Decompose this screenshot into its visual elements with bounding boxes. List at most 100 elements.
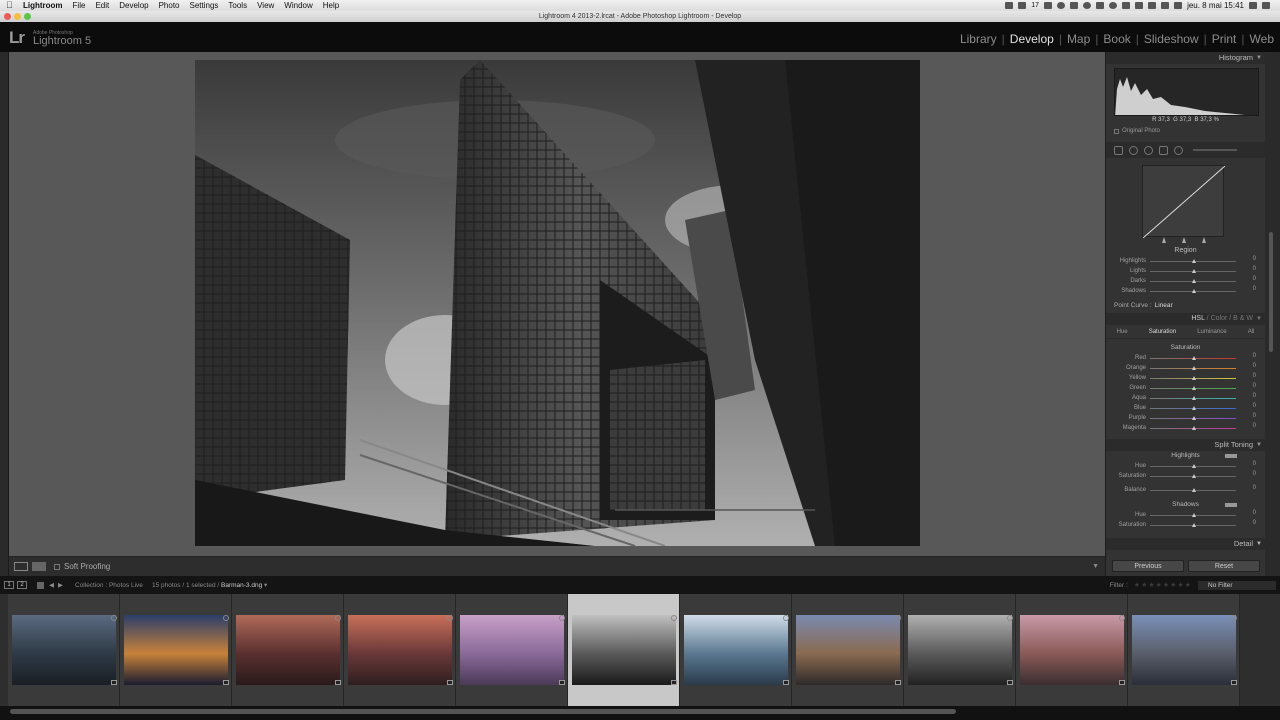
filmstrip-thumbnail[interactable]: [792, 594, 904, 706]
slider-handle[interactable]: [1192, 258, 1196, 263]
right-panel-scrollbar[interactable]: [1265, 52, 1280, 576]
screen-icon[interactable]: [1096, 2, 1105, 9]
highlights-color-swatch[interactable]: [1225, 454, 1237, 458]
slider-track[interactable]: [1150, 405, 1236, 410]
slider-row[interactable]: Darks 0: [1106, 276, 1265, 286]
detail-header[interactable]: Detail ▼: [1106, 538, 1265, 550]
slider-row[interactable]: Lights 0: [1106, 266, 1265, 276]
hsl-tab-color[interactable]: Color: [1211, 315, 1228, 322]
hsl-subtab-luminance[interactable]: Luminance: [1197, 329, 1226, 335]
slider-track[interactable]: [1150, 395, 1236, 400]
slider-handle[interactable]: [1192, 268, 1196, 273]
slider-value[interactable]: 0: [1253, 363, 1256, 369]
slider-row[interactable]: Highlights 0: [1106, 256, 1265, 266]
module-web[interactable]: Web: [1250, 32, 1274, 46]
loupe-view[interactable]: [9, 52, 1105, 556]
slider-handle[interactable]: [1192, 463, 1196, 468]
slider-handle[interactable]: [1192, 365, 1196, 370]
slider-value[interactable]: 0: [1253, 286, 1256, 292]
thumbnail-pier-sunset-violet[interactable]: [460, 615, 564, 685]
point-curve-value[interactable]: Linear: [1155, 302, 1173, 309]
filmstrip-thumbnail[interactable]: [456, 594, 568, 706]
slider-value[interactable]: 0: [1253, 423, 1256, 429]
module-slideshow[interactable]: Slideshow: [1144, 32, 1199, 46]
slider-track[interactable]: [1150, 375, 1236, 380]
thumbnail-notre-dame-sunset[interactable]: [1020, 615, 1124, 685]
hsl-subtab-saturation[interactable]: Saturation: [1149, 329, 1176, 335]
slider-handle[interactable]: [1192, 522, 1196, 527]
slider-track[interactable]: [1150, 365, 1236, 370]
menu-file[interactable]: File: [73, 1, 86, 10]
slider-handle[interactable]: [1192, 425, 1196, 430]
slider-track[interactable]: [1150, 522, 1236, 527]
main-photo[interactable]: [195, 60, 920, 546]
filmstrip-thumbnail[interactable]: [568, 594, 680, 706]
window-2-button[interactable]: 2: [17, 581, 27, 589]
slider-row[interactable]: Saturation 0: [1106, 520, 1265, 530]
thumbnail-notre-dame-evening[interactable]: [796, 615, 900, 685]
point-curve-select[interactable]: Point Curve : Linear: [1106, 299, 1265, 312]
hsl-header[interactable]: HSL / Color / B & W ▼: [1106, 313, 1265, 325]
slider-handle[interactable]: [1192, 355, 1196, 360]
collapse-icon[interactable]: ▼: [1256, 538, 1262, 550]
menu-help[interactable]: Help: [323, 1, 339, 10]
cloud-icon[interactable]: [1083, 2, 1092, 9]
original-photo-toggle[interactable]: Original Photo: [1114, 126, 1265, 136]
hsl-subtab-hue[interactable]: Hue: [1117, 329, 1128, 335]
filmstrip-scroll-thumb[interactable]: [10, 709, 956, 714]
clock-icon[interactable]: [1109, 2, 1118, 9]
histogram-header[interactable]: Histogram ▼: [1106, 52, 1265, 64]
thumbnail-blue-towers[interactable]: [684, 615, 788, 685]
volume-icon[interactable]: [1161, 2, 1170, 9]
slider-track[interactable]: [1150, 415, 1236, 420]
menu-view[interactable]: View: [257, 1, 274, 10]
script-icon[interactable]: [1018, 2, 1027, 9]
menu-photo[interactable]: Photo: [159, 1, 180, 10]
slider-handle[interactable]: [1192, 288, 1196, 293]
previous-button[interactable]: Previous: [1112, 560, 1184, 572]
sync-icon[interactable]: [1057, 2, 1066, 9]
slider-value[interactable]: 0: [1253, 276, 1256, 282]
slider-value[interactable]: 0: [1253, 393, 1256, 399]
thumbnail-bw-buildings-selected[interactable]: [572, 615, 676, 685]
menubar-clock[interactable]: jeu. 8 mai 15:41: [1187, 1, 1244, 10]
spot-removal-icon[interactable]: [1129, 145, 1138, 155]
slider-value[interactable]: 0: [1253, 413, 1256, 419]
spotlight-icon[interactable]: [1249, 2, 1257, 9]
notification-count[interactable]: 17: [1031, 2, 1039, 9]
filmstrip-thumbnail[interactable]: [904, 594, 1016, 706]
filmstrip-thumbnail[interactable]: [1128, 594, 1240, 706]
notification-center-icon[interactable]: [1262, 2, 1270, 9]
slider-track[interactable]: [1150, 473, 1236, 478]
check-icon[interactable]: [1070, 2, 1079, 9]
left-panel-collapsed[interactable]: [0, 52, 9, 576]
slider-handle[interactable]: [1192, 473, 1196, 478]
menu-app[interactable]: Lightroom: [23, 1, 63, 10]
loupe-view-icon[interactable]: [14, 562, 28, 571]
slider-value[interactable]: 0: [1253, 383, 1256, 389]
battery-icon[interactable]: [1174, 2, 1183, 9]
slider-track[interactable]: [1150, 463, 1236, 468]
slider-value[interactable]: 0: [1253, 373, 1256, 379]
slider-value[interactable]: 0: [1253, 510, 1256, 516]
histogram-graph[interactable]: [1114, 68, 1259, 116]
before-after-icon[interactable]: [32, 562, 46, 571]
thumbnail-pier-sunset-orange[interactable]: [348, 615, 452, 685]
slider-row[interactable]: Orange 0: [1106, 363, 1265, 373]
slider-row[interactable]: Hue 0: [1106, 461, 1265, 471]
adjustment-brush-slider[interactable]: [1193, 149, 1237, 151]
slider-row[interactable]: Aqua 0: [1106, 393, 1265, 403]
thumbnail-night-city-lights[interactable]: [124, 615, 228, 685]
slider-row[interactable]: Magenta 0: [1106, 423, 1265, 433]
menu-window[interactable]: Window: [284, 1, 312, 10]
slider-row[interactable]: Balance 0: [1106, 485, 1265, 495]
thumbnail-pier-sunset-red[interactable]: [236, 615, 340, 685]
slider-value[interactable]: 0: [1253, 520, 1256, 526]
slider-row[interactable]: Yellow 0: [1106, 373, 1265, 383]
filter-preset-select[interactable]: No Filter: [1198, 580, 1276, 590]
filmstrip-thumbnail[interactable]: [232, 594, 344, 706]
shadows-color-swatch[interactable]: [1225, 503, 1237, 507]
filmstrip-source[interactable]: Collection : Photos Live 15 photos / 1 s…: [75, 581, 267, 589]
slider-row[interactable]: Hue 0: [1106, 510, 1265, 520]
crop-tool-icon[interactable]: [1114, 145, 1123, 155]
